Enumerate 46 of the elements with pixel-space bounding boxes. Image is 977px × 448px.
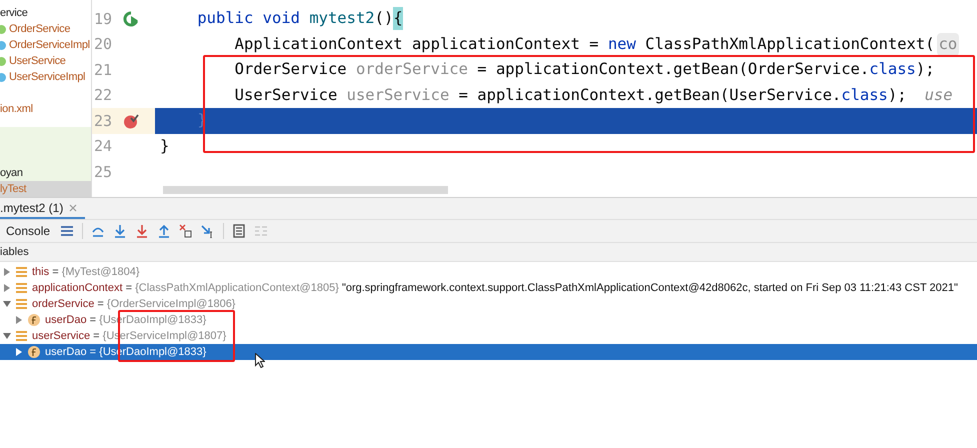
- code-line: OrderService orderService = applicationContext.getBean(OrderService.class);: [234, 59, 936, 80]
- variable-icon: [16, 283, 27, 293]
- variable-text: this = {MyTest@1804}: [32, 264, 140, 280]
- variables-header: iables: [0, 244, 29, 260]
- calculator-icon[interactable]: [232, 224, 246, 238]
- tree-item[interactable]: OrderServiceImpl: [0, 37, 91, 53]
- collapsed-arrow-icon[interactable]: [15, 316, 23, 324]
- mouse-pointer-icon: [255, 353, 265, 368]
- tree-item[interactable]: oyan: [0, 165, 91, 181]
- tree-item[interactable]: UserServiceImpl: [0, 69, 91, 85]
- drop-frame-icon[interactable]: [179, 224, 194, 238]
- close-icon[interactable]: [69, 204, 78, 212]
- line-number: 21: [94, 60, 114, 80]
- console-tab[interactable]: Console: [0, 222, 52, 240]
- variable-icon: [16, 267, 27, 277]
- line-number: 22: [94, 85, 114, 106]
- code-line: public void mytest2(){: [155, 6, 977, 32]
- menu-icon[interactable]: [60, 224, 74, 238]
- tree-item[interactable]: ervice: [0, 5, 91, 21]
- line-number: 25: [94, 162, 114, 182]
- code-line: }: [159, 136, 170, 157]
- collapsed-arrow-icon[interactable]: [15, 348, 23, 356]
- tree-item[interactable]: UserService: [0, 53, 91, 69]
- expanded-arrow-icon[interactable]: [3, 332, 11, 340]
- code-line: UserService userService = applicationContext.getBean(UserService.class); use: [234, 84, 954, 106]
- code-line: ApplicationContext applicationContext = new ClassPathXmlApplicationContext( co: [155, 32, 977, 57]
- variable-icon: [16, 331, 27, 341]
- field-icon: [28, 346, 40, 358]
- force-step-into-icon[interactable]: [135, 224, 150, 238]
- line-number: 23: [94, 110, 114, 132]
- variable-row[interactable]: orderService = {OrderServiceImpl@1806}: [0, 296, 977, 312]
- variable-row[interactable]: this = {MyTest@1804}: [0, 264, 977, 280]
- field-icon: [28, 314, 40, 326]
- line-number: 20: [94, 34, 114, 55]
- step-out-icon[interactable]: [157, 224, 172, 238]
- horizontal-scrollbar[interactable]: [163, 186, 448, 194]
- line-number: 24: [94, 136, 114, 157]
- expanded-arrow-icon[interactable]: [3, 300, 11, 308]
- step-into-icon[interactable]: [113, 224, 128, 238]
- variable-icon: [16, 299, 27, 309]
- variable-text: orderService = {OrderServiceImpl@1806}: [32, 296, 236, 312]
- line-number: 19: [94, 8, 114, 30]
- tree-item[interactable]: ion.xml: [0, 101, 91, 117]
- run-icon[interactable]: [123, 10, 139, 27]
- tree-item[interactable]: OrderService: [0, 21, 91, 37]
- breakpoint-icon[interactable]: [123, 112, 139, 129]
